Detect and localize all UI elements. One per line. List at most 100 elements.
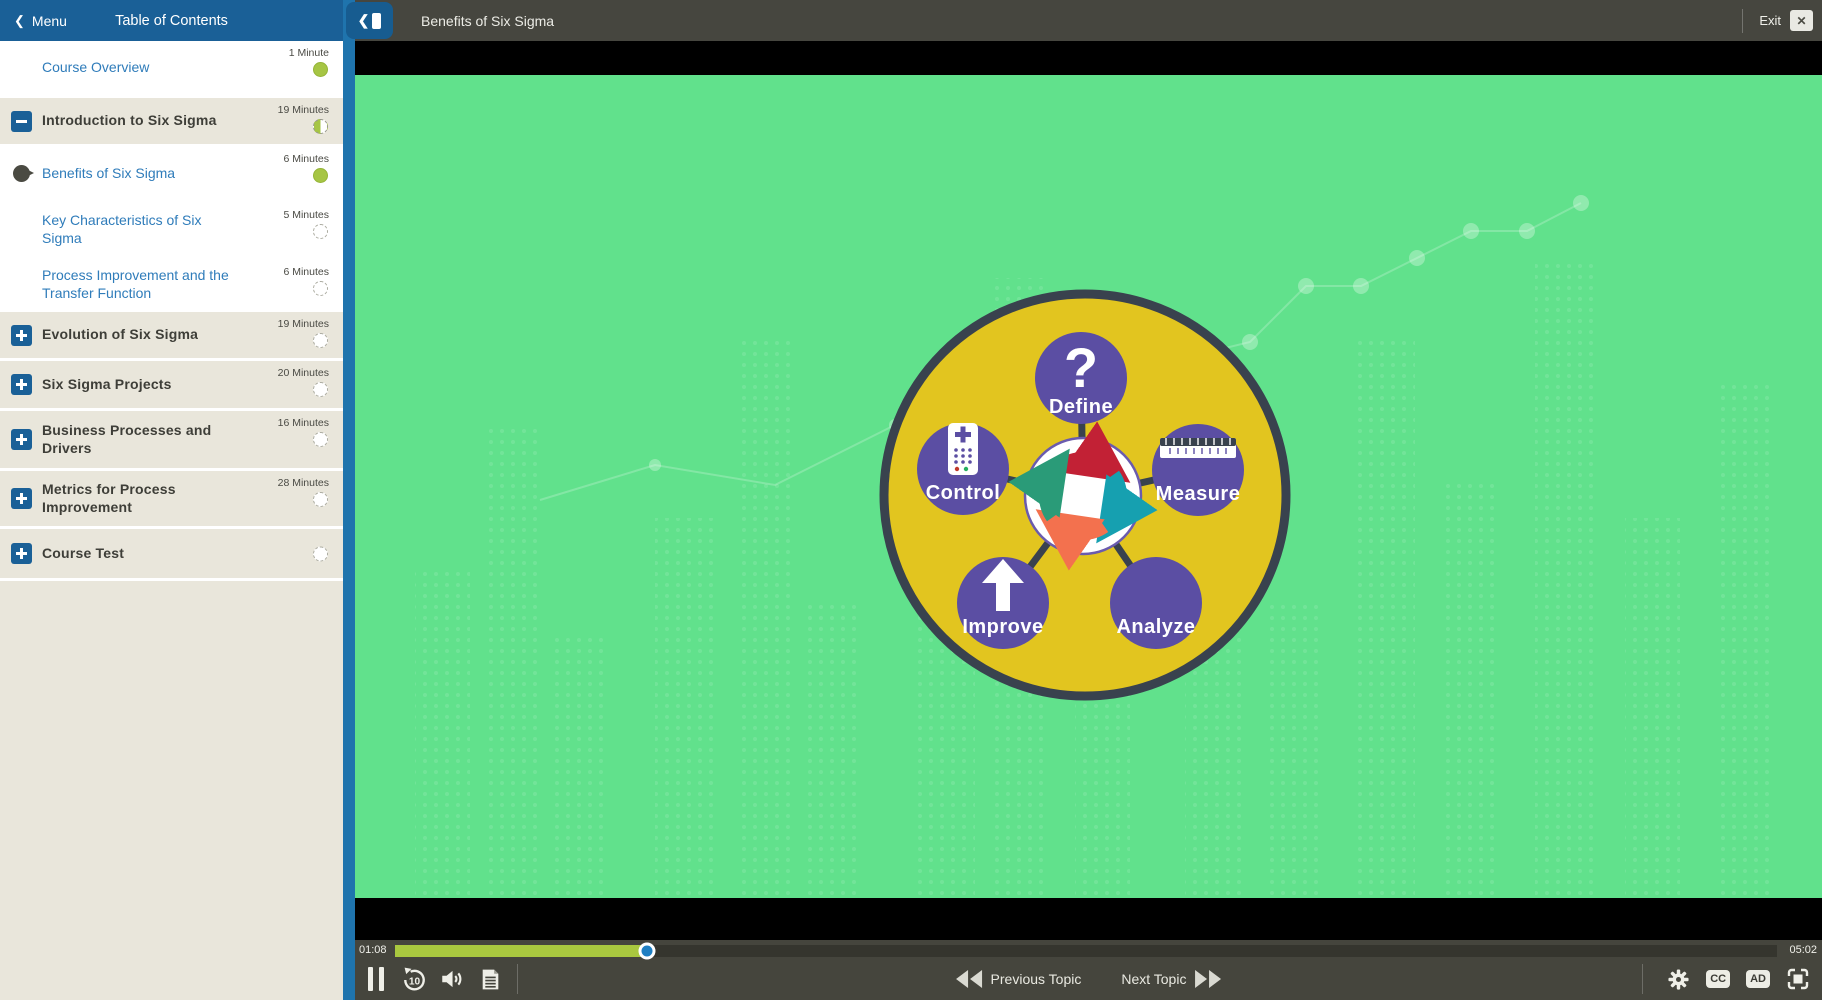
volume-icon xyxy=(439,966,465,992)
volume-button[interactable] xyxy=(433,960,471,998)
toc-item-six-sigma-projects[interactable]: Six Sigma Projects 20 Minutes xyxy=(0,361,343,408)
status-not-started-icon xyxy=(313,224,328,239)
expand-section-icon[interactable] xyxy=(11,543,32,564)
previous-topic-button[interactable]: Previous Topic xyxy=(956,970,1082,988)
dmaic-node-measure: Measure xyxy=(1152,424,1244,516)
progress-bar[interactable] xyxy=(395,945,1777,957)
panel-icon xyxy=(372,13,381,29)
gear-icon xyxy=(1667,968,1690,991)
status-complete-icon xyxy=(313,168,328,183)
dmaic-node-improve: Improve xyxy=(957,557,1049,649)
status-not-started-icon xyxy=(313,333,328,348)
toc-item-label: Six Sigma Projects xyxy=(42,376,172,394)
rewind-10-icon: 10 xyxy=(401,966,428,993)
dmaic-node-define: ? Define xyxy=(1035,332,1127,424)
node-label: Analyze xyxy=(1116,616,1195,638)
toc-item-label: Key Characteristics of Six Sigma xyxy=(42,212,232,248)
status-complete-icon xyxy=(313,62,328,77)
sidebar-accent-strip xyxy=(343,0,355,1000)
audio-description-button[interactable]: AD xyxy=(1746,970,1770,988)
close-icon[interactable] xyxy=(1790,10,1813,31)
menu-back-button[interactable]: Menu xyxy=(0,12,67,29)
total-time: 05:02 xyxy=(1789,944,1817,956)
player-controls: 01:08 05:02 10 xyxy=(355,940,1822,1000)
toc-item-metrics-for-process-improvement[interactable]: Metrics for Process Improvement 28 Minut… xyxy=(0,471,343,526)
toc-item-duration: 19 Minutes xyxy=(278,104,329,116)
question-mark-icon: ? xyxy=(1064,336,1098,399)
next-topic-button[interactable]: Next Topic xyxy=(1121,970,1221,988)
node-label: Improve xyxy=(962,616,1043,638)
topic-title: Benefits of Six Sigma xyxy=(421,13,554,29)
toc-item-duration: 28 Minutes xyxy=(278,477,329,489)
closed-captions-button[interactable]: CC xyxy=(1706,970,1730,988)
toc-item-business-processes[interactable]: Business Processes and Drivers 16 Minute… xyxy=(0,411,343,468)
toc-item-introduction-to-six-sigma[interactable]: Introduction to Six Sigma 19 Minutes xyxy=(0,98,343,144)
pause-icon xyxy=(368,967,384,991)
toc-list: Course Overview 1 Minute Introduction to… xyxy=(0,41,343,1000)
previous-topic-label: Previous Topic xyxy=(991,971,1082,987)
video-screen[interactable]: ? Define xyxy=(355,41,1822,940)
toc-item-duration: 16 Minutes xyxy=(278,417,329,429)
dmaic-node-control: Control xyxy=(917,423,1009,515)
toc-item-key-characteristics[interactable]: Key Characteristics of Six Sigma 5 Minut… xyxy=(0,203,343,257)
toc-sidebar: Menu Table of Contents Course Overview 1… xyxy=(0,0,343,1000)
status-not-started-icon xyxy=(313,546,328,561)
fullscreen-icon xyxy=(1786,967,1810,991)
toc-item-label: Evolution of Six Sigma xyxy=(42,326,198,344)
dmaic-node-analyze: Analyze xyxy=(1110,557,1202,649)
status-in-progress-icon xyxy=(313,119,328,134)
sidebar-header: Menu Table of Contents xyxy=(0,0,343,41)
toc-item-process-improvement[interactable]: Process Improvement and the Transfer Fun… xyxy=(0,260,343,309)
toc-item-duration: 5 Minutes xyxy=(283,209,329,221)
titlebar-divider xyxy=(1742,9,1743,33)
toc-item-label: Course Test xyxy=(42,545,124,563)
video-frame: ? Define xyxy=(355,75,1822,898)
rewind-10-button[interactable]: 10 xyxy=(395,960,433,998)
expand-section-icon[interactable] xyxy=(11,374,32,395)
toc-item-evolution-of-six-sigma[interactable]: Evolution of Six Sigma 19 Minutes xyxy=(0,312,343,358)
collapse-sidebar-button[interactable] xyxy=(346,2,393,39)
double-left-arrow-icon xyxy=(956,970,982,988)
status-not-started-icon xyxy=(313,432,328,447)
toc-item-duration: 20 Minutes xyxy=(278,367,329,379)
fullscreen-button[interactable] xyxy=(1786,967,1810,991)
expand-section-icon[interactable] xyxy=(11,325,32,346)
expand-section-icon[interactable] xyxy=(11,488,32,509)
node-label: Control xyxy=(926,482,1001,504)
pause-button[interactable] xyxy=(357,960,395,998)
toc-item-label: Process Improvement and the Transfer Fun… xyxy=(42,267,232,303)
remote-control-icon xyxy=(948,423,978,475)
status-not-started-icon xyxy=(313,281,328,296)
transcript-button[interactable] xyxy=(471,960,509,998)
current-time: 01:08 xyxy=(359,944,387,956)
status-not-started-icon xyxy=(313,382,328,397)
toc-item-course-test[interactable]: Course Test xyxy=(0,529,343,578)
toc-item-label: Business Processes and Drivers xyxy=(42,422,232,458)
progress-played xyxy=(395,945,647,957)
chevron-left-icon xyxy=(14,12,25,29)
collapse-section-icon[interactable] xyxy=(11,111,32,132)
menu-label: Menu xyxy=(32,13,67,29)
toc-item-duration: 6 Minutes xyxy=(283,266,329,278)
toc-item-label: Metrics for Process Improvement xyxy=(42,481,232,517)
double-right-arrow-icon xyxy=(1195,970,1221,988)
toc-item-course-overview[interactable]: Course Overview 1 Minute xyxy=(0,41,343,95)
ruler-icon xyxy=(1160,438,1236,458)
node-label: Measure xyxy=(1156,483,1241,505)
node-label: Define xyxy=(1049,396,1113,418)
course-player-app: Menu Table of Contents Course Overview 1… xyxy=(0,0,1822,1000)
controls-divider xyxy=(517,964,518,994)
settings-button[interactable] xyxy=(1667,968,1690,991)
expand-section-icon[interactable] xyxy=(11,429,32,450)
toc-item-benefits-of-six-sigma[interactable]: Benefits of Six Sigma 6 Minutes xyxy=(0,147,343,200)
transcript-icon xyxy=(478,967,503,992)
next-topic-label: Next Topic xyxy=(1121,971,1186,987)
chevron-left-icon xyxy=(358,12,370,30)
svg-text:10: 10 xyxy=(408,976,420,987)
toc-item-label: Introduction to Six Sigma xyxy=(42,112,217,130)
toc-item-duration: 1 Minute xyxy=(289,47,329,59)
progress-thumb[interactable] xyxy=(638,943,655,960)
toc-item-duration: 6 Minutes xyxy=(283,153,329,165)
exit-button[interactable]: Exit xyxy=(1759,13,1781,28)
controls-divider xyxy=(1642,964,1643,994)
